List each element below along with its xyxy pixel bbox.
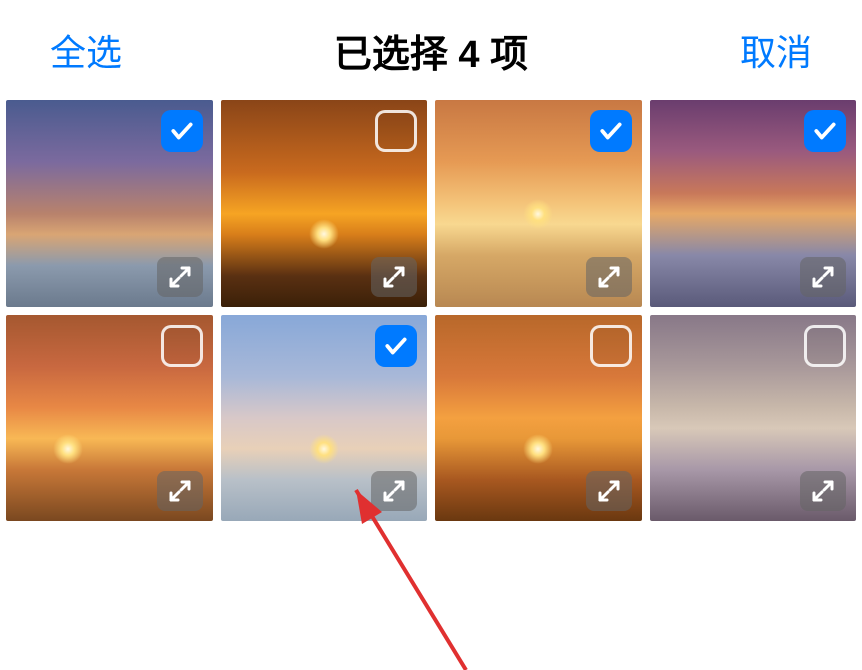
checkmark-icon [383, 333, 409, 359]
checkmark-icon [598, 118, 624, 144]
expand-icon [811, 479, 835, 503]
checkmark-icon [812, 118, 838, 144]
expand-icon [168, 265, 192, 289]
photo-thumbnail[interactable] [6, 315, 213, 522]
selection-checkbox[interactable] [375, 110, 417, 152]
selection-header: 全选 已选择 4 项 取消 [0, 0, 862, 100]
expand-button[interactable] [157, 257, 203, 297]
photo-thumbnail[interactable] [650, 315, 857, 522]
expand-button[interactable] [157, 471, 203, 511]
checkmark-icon [169, 118, 195, 144]
photo-thumbnail[interactable] [221, 100, 428, 307]
selection-checkbox[interactable] [375, 325, 417, 367]
expand-icon [382, 265, 406, 289]
cancel-button[interactable]: 取消 [740, 24, 812, 76]
expand-button[interactable] [586, 257, 632, 297]
expand-icon [811, 265, 835, 289]
selection-checkbox[interactable] [804, 110, 846, 152]
selection-title: 已选择 4 项 [334, 23, 528, 78]
photo-thumbnail[interactable] [6, 100, 213, 307]
photo-thumbnail[interactable] [650, 100, 857, 307]
expand-button[interactable] [371, 257, 417, 297]
photo-grid [0, 100, 862, 521]
photo-thumbnail[interactable] [435, 100, 642, 307]
expand-button[interactable] [800, 471, 846, 511]
select-all-button[interactable]: 全选 [50, 24, 122, 76]
selection-checkbox[interactable] [161, 110, 203, 152]
selection-checkbox[interactable] [804, 325, 846, 367]
photo-thumbnail[interactable] [435, 315, 642, 522]
expand-button[interactable] [586, 471, 632, 511]
expand-icon [168, 479, 192, 503]
selection-checkbox[interactable] [161, 325, 203, 367]
expand-button[interactable] [371, 471, 417, 511]
selection-checkbox[interactable] [590, 325, 632, 367]
expand-icon [597, 479, 621, 503]
expand-button[interactable] [800, 257, 846, 297]
expand-icon [382, 479, 406, 503]
photo-thumbnail[interactable] [221, 315, 428, 522]
selection-checkbox[interactable] [590, 110, 632, 152]
expand-icon [597, 265, 621, 289]
